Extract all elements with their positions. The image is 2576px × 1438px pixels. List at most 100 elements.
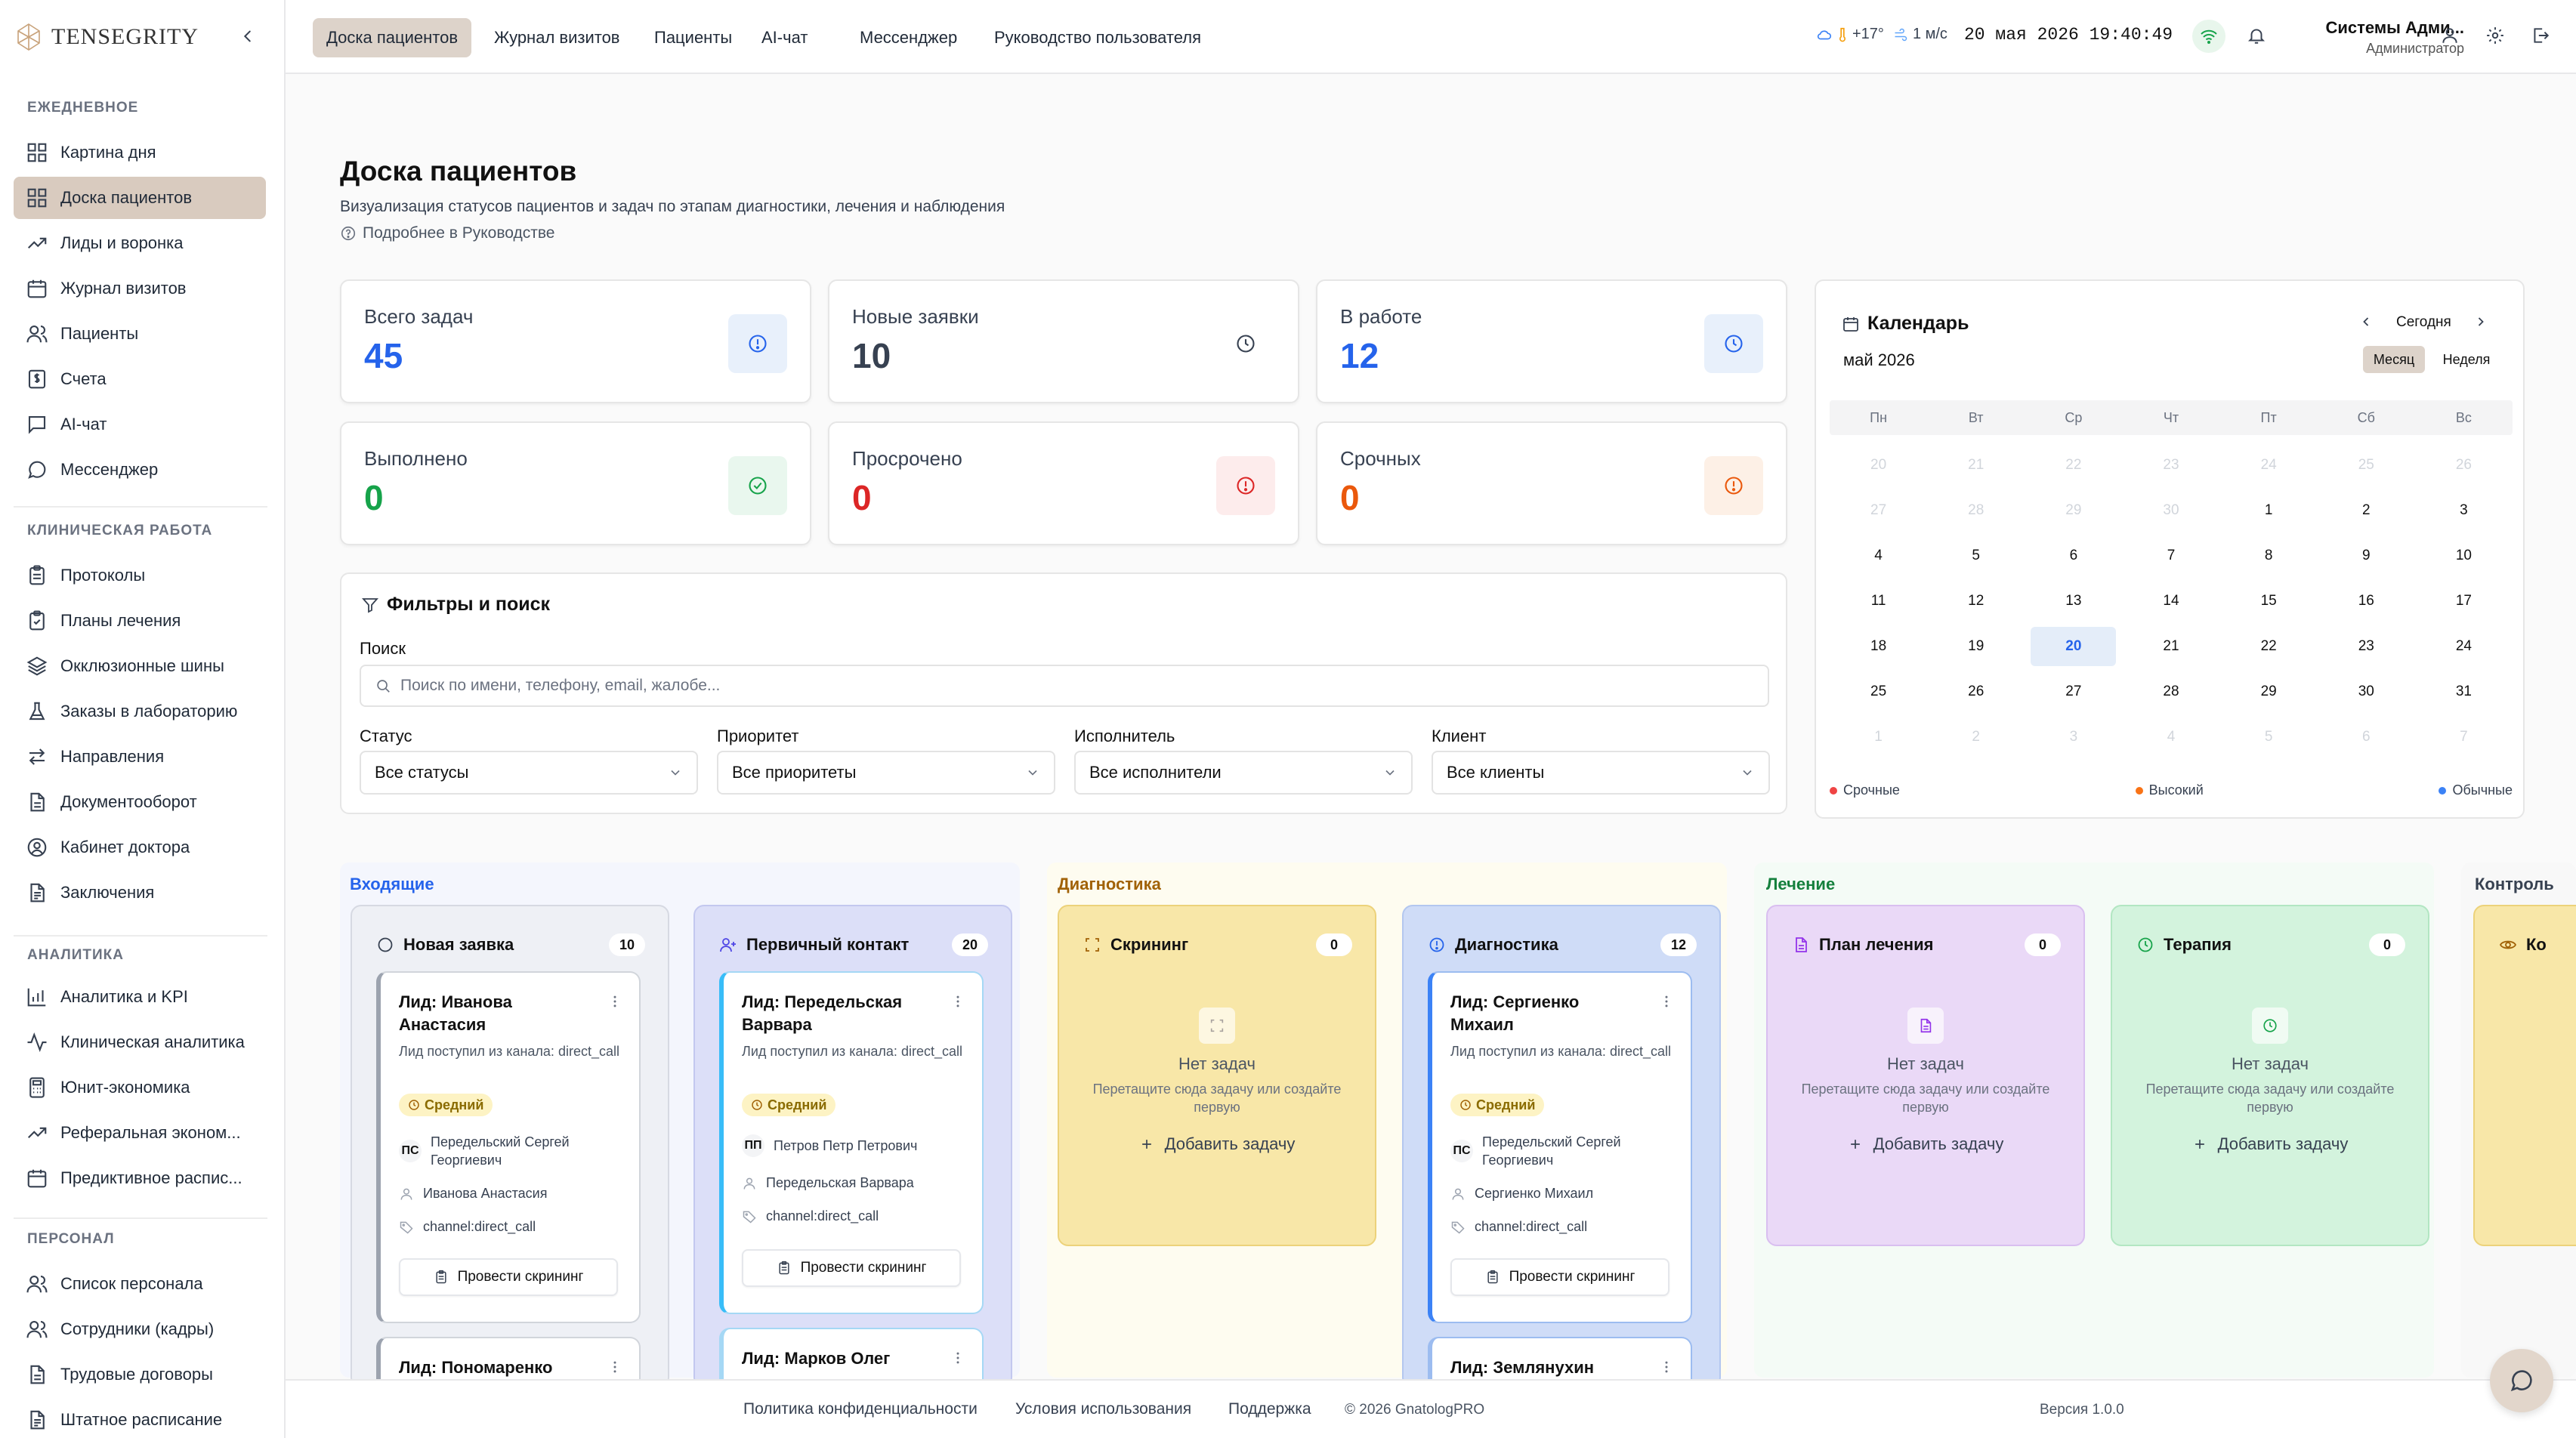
calendar-day[interactable]: 3 [2421, 491, 2507, 530]
calendar-day[interactable]: 18 [1836, 627, 1921, 666]
tab-messenger[interactable]: Мессенджер [846, 18, 971, 57]
calendar-day[interactable]: 3 [2031, 717, 2116, 757]
calendar-day[interactable]: 25 [2324, 446, 2409, 485]
calendar-day[interactable]: 1 [1836, 717, 1921, 757]
wifi-icon[interactable] [2192, 20, 2225, 53]
sidebar-item-conclusions[interactable]: Заключения [14, 872, 266, 914]
calendar-day[interactable]: 9 [2324, 536, 2409, 576]
sidebar-item-ai-chat[interactable]: AI-чат [14, 403, 266, 446]
calendar-day[interactable]: 1 [2226, 491, 2312, 530]
tab-ai-chat[interactable]: AI-чат [748, 18, 821, 57]
sidebar-item-referral-economics[interactable]: Реферальная эконом... [14, 1112, 266, 1154]
collapse-sidebar-icon[interactable] [236, 25, 259, 48]
calendar-day[interactable]: 27 [2031, 672, 2116, 711]
calendar-day[interactable]: 2 [2324, 491, 2409, 530]
calendar-day[interactable]: 14 [2128, 582, 2213, 621]
calendar-day[interactable]: 5 [1933, 536, 2018, 576]
sidebar-item-visits[interactable]: Журнал визитов [14, 267, 266, 310]
more-vertical-icon[interactable] [950, 994, 965, 1009]
sidebar-item-protocols[interactable]: Протоколы [14, 554, 266, 597]
chevron-left-icon[interactable] [2358, 314, 2374, 329]
more-vertical-icon[interactable] [607, 1359, 622, 1375]
view-month-button[interactable]: Месяц [2363, 346, 2425, 373]
sidebar-item-doctor-office[interactable]: Кабинет доктора [14, 826, 266, 869]
calendar-day[interactable]: 22 [2226, 627, 2312, 666]
more-vertical-icon[interactable] [950, 1350, 965, 1365]
chat-widget-button[interactable] [2490, 1349, 2553, 1412]
calendar-day[interactable]: 26 [2421, 446, 2507, 485]
calendar-day[interactable]: 21 [2128, 627, 2213, 666]
guide-link[interactable]: Подробнее в Руководстве [340, 224, 554, 242]
calendar-day[interactable]: 24 [2421, 627, 2507, 666]
calendar-day[interactable]: 6 [2031, 536, 2116, 576]
calendar-day[interactable]: 13 [2031, 582, 2116, 621]
screening-button[interactable]: Провести скрининг [399, 1258, 618, 1296]
sidebar-item-day-overview[interactable]: Картина дня [14, 131, 266, 174]
sidebar-item-referrals[interactable]: Направления [14, 736, 266, 778]
screening-button[interactable]: Провести скрининг [1450, 1258, 1669, 1296]
calendar-day[interactable]: 16 [2324, 582, 2409, 621]
logo[interactable]: Tensegrity [14, 18, 199, 56]
client-select[interactable]: Все клиенты [1432, 751, 1770, 795]
calendar-day[interactable]: 23 [2324, 627, 2409, 666]
calendar-day[interactable]: 8 [2226, 536, 2312, 576]
more-vertical-icon[interactable] [1659, 994, 1674, 1009]
chevron-right-icon[interactable] [2473, 314, 2488, 329]
tab-user-guide[interactable]: Руководство пользователя [981, 18, 1215, 57]
calendar-day[interactable]: 20 [1836, 446, 1921, 485]
sidebar-item-messenger[interactable]: Мессенджер [14, 449, 266, 491]
calendar-day[interactable]: 7 [2128, 536, 2213, 576]
calendar-day[interactable]: 31 [2421, 672, 2507, 711]
status-select[interactable]: Все статусы [360, 751, 698, 795]
calendar-day[interactable]: 28 [1933, 491, 2018, 530]
sidebar-item-clinical-analytics[interactable]: Клиническая аналитика [14, 1021, 266, 1063]
sidebar-item-leads[interactable]: Лиды и воронка [14, 222, 266, 264]
terms-link[interactable]: Условия использования [1015, 1400, 1191, 1418]
calendar-day[interactable]: 28 [2128, 672, 2213, 711]
calendar-day[interactable]: 24 [2226, 446, 2312, 485]
calendar-day[interactable]: 25 [1836, 672, 1921, 711]
support-link[interactable]: Поддержка [1228, 1400, 1311, 1418]
more-vertical-icon[interactable] [607, 994, 622, 1009]
screening-button[interactable]: Провести скрининг [742, 1249, 961, 1287]
sidebar-item-splints[interactable]: Окклюзионные шины [14, 645, 266, 687]
calendar-day[interactable]: 4 [2128, 717, 2213, 757]
calendar-day[interactable]: 22 [2031, 446, 2116, 485]
sidebar-item-staff-list[interactable]: Список персонала [14, 1263, 266, 1305]
assignee-select[interactable]: Все исполнители [1074, 751, 1413, 795]
tab-visits[interactable]: Журнал визитов [480, 18, 634, 57]
add-task-button[interactable]: Добавить задачу [1059, 1134, 1375, 1154]
task-card[interactable]: Лид: Передельская Варвара Лид поступил и… [719, 971, 984, 1314]
user-icon[interactable] [2440, 26, 2460, 45]
calendar-day[interactable]: 26 [1933, 672, 2018, 711]
calendar-today-button[interactable]: Сегодня [2396, 314, 2451, 331]
calendar-day[interactable]: 29 [2226, 672, 2312, 711]
logout-icon[interactable] [2531, 26, 2550, 45]
calendar-day[interactable]: 5 [2226, 717, 2312, 757]
sidebar-item-patient-board[interactable]: Доска пациентов [14, 177, 266, 219]
calendar-day[interactable]: 11 [1836, 582, 1921, 621]
privacy-link[interactable]: Политика конфиденциальности [743, 1400, 978, 1418]
calendar-day[interactable]: 17 [2421, 582, 2507, 621]
sidebar-item-analytics-kpi[interactable]: Аналитика и KPI [14, 976, 266, 1018]
calendar-day[interactable]: 10 [2421, 536, 2507, 576]
sidebar-item-treatment-plans[interactable]: Планы лечения [14, 600, 266, 642]
bell-icon[interactable] [2247, 26, 2266, 45]
sidebar-item-documents[interactable]: Документооборот [14, 781, 266, 823]
calendar-day[interactable]: 19 [1933, 627, 2018, 666]
tab-patients[interactable]: Пациенты [641, 18, 746, 57]
calendar-day[interactable]: 29 [2031, 491, 2116, 530]
view-week-button[interactable]: Неделя [2432, 346, 2500, 373]
gear-icon[interactable] [2485, 26, 2505, 45]
sidebar-item-staffing[interactable]: Штатное расписание [14, 1399, 266, 1438]
sidebar-item-unit-economics[interactable]: Юнит-экономика [14, 1066, 266, 1109]
calendar-day[interactable]: 12 [1933, 582, 2018, 621]
user-name[interactable]: Системы Адми... [2280, 18, 2464, 38]
calendar-day[interactable]: 23 [2128, 446, 2213, 485]
tab-patient-board[interactable]: Доска пациентов [313, 18, 472, 57]
calendar-day[interactable]: 15 [2226, 582, 2312, 621]
add-task-button[interactable]: Добавить задачу [1768, 1134, 2083, 1154]
priority-select[interactable]: Все приоритеты [717, 751, 1055, 795]
task-card[interactable]: Лид: Сергиенко Михаил Лид поступил из ка… [1428, 971, 1692, 1323]
more-vertical-icon[interactable] [1659, 1359, 1674, 1375]
